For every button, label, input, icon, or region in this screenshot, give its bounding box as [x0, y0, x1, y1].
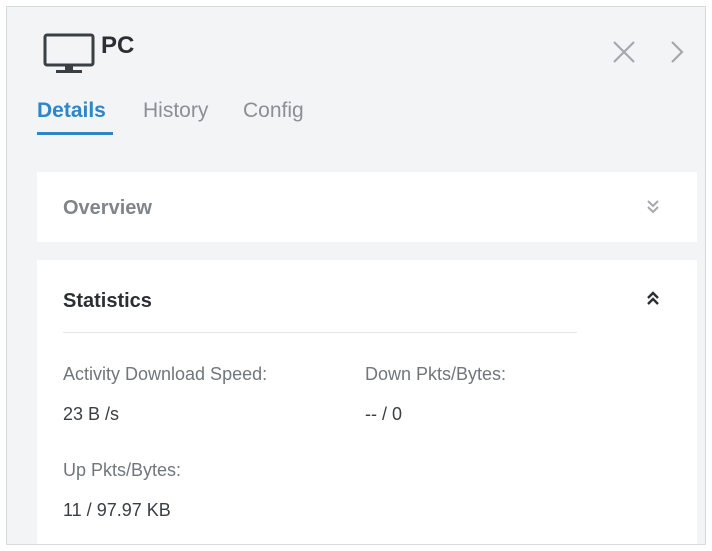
- double-chevron-down-icon[interactable]: [645, 196, 661, 218]
- up-pkts-bytes-value: 11 / 97.97 KB: [63, 500, 171, 520]
- device-detail-panel: PC Details History Config Overview Stati…: [6, 6, 706, 545]
- down-pkts-bytes-value: -- / 0: [365, 404, 403, 424]
- up-pkts-bytes-label: Up Pkts/Bytes:: [63, 460, 182, 480]
- tab-config[interactable]: Config: [243, 97, 304, 125]
- panel-title: PC: [101, 32, 135, 59]
- panel-header: PC Details History Config: [7, 7, 705, 157]
- close-icon[interactable]: [611, 39, 637, 65]
- statistics-section: Statistics Activity Download Speed: 23 B…: [37, 260, 697, 544]
- tab-details[interactable]: Details: [37, 97, 106, 125]
- double-chevron-up-icon[interactable]: [645, 287, 661, 309]
- down-pkts-bytes-label: Down Pkts/Bytes:: [365, 364, 507, 384]
- overview-section[interactable]: Overview: [37, 172, 697, 242]
- chevron-right-icon[interactable]: [667, 38, 687, 66]
- download-speed-value: 23 B /s: [63, 404, 120, 424]
- overview-section-title: Overview: [63, 197, 152, 219]
- active-tab-indicator: [37, 132, 113, 135]
- statistics-section-title[interactable]: Statistics: [63, 288, 152, 314]
- monitor-icon: [43, 33, 95, 73]
- tab-history[interactable]: History: [143, 97, 208, 125]
- section-divider: [63, 332, 577, 333]
- download-speed-label: Activity Download Speed:: [63, 364, 268, 384]
